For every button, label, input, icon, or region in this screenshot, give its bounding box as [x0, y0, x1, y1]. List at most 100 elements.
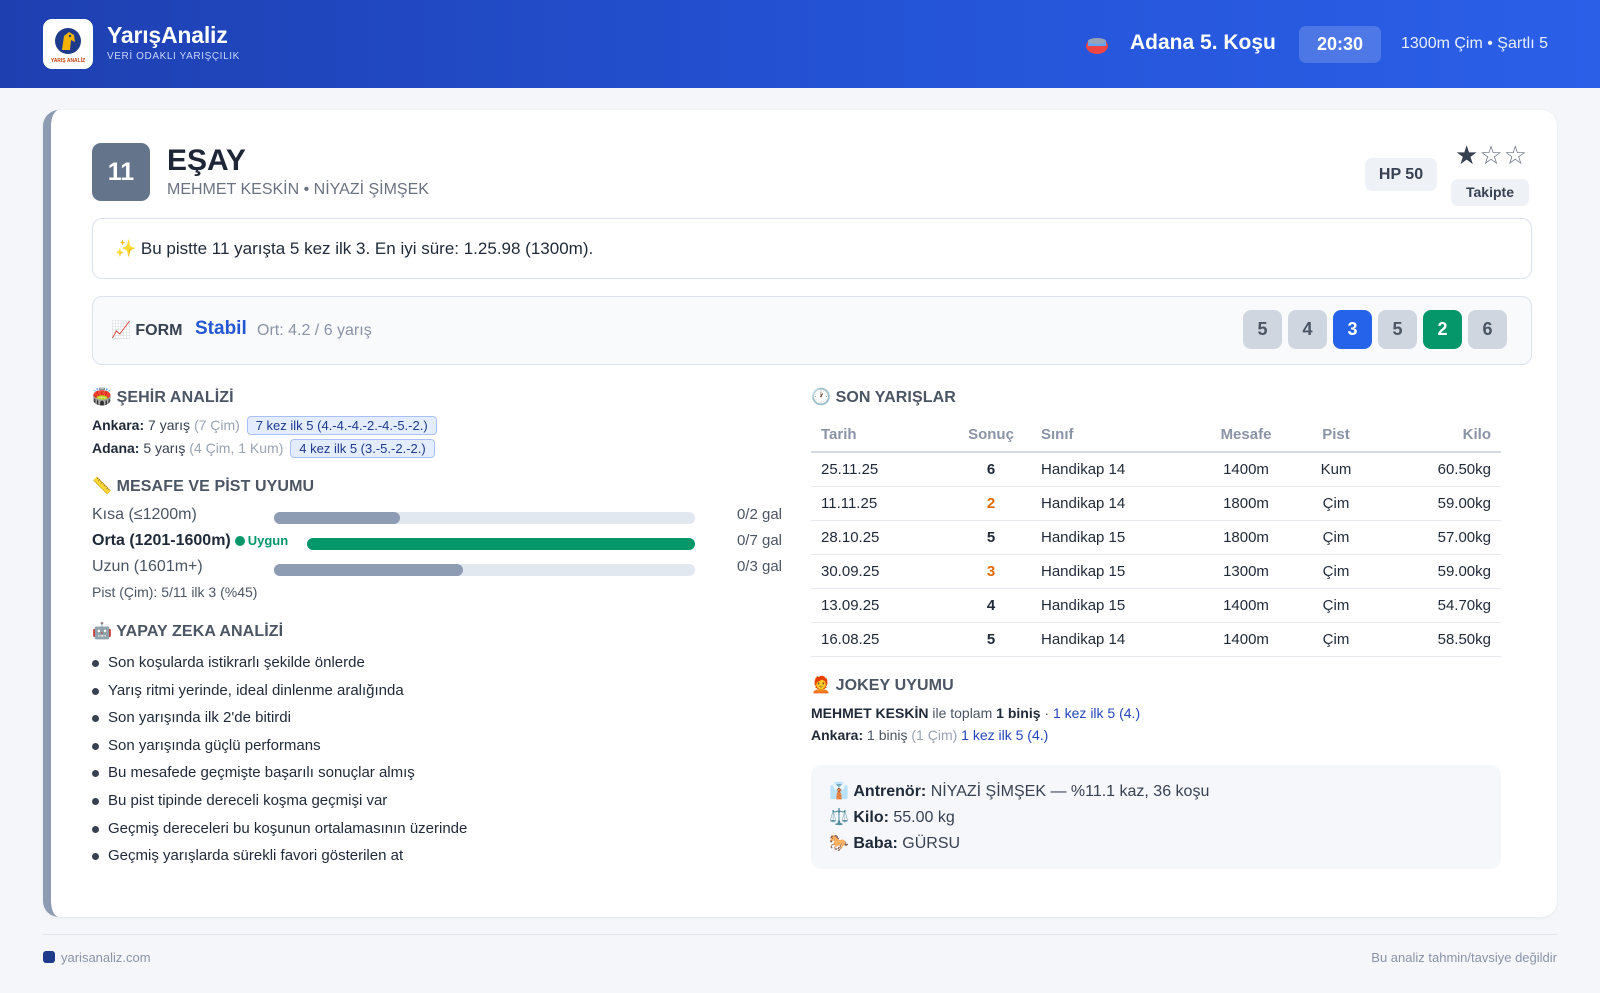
cell-dist: 1300m: [1201, 554, 1291, 589]
track-stat: Pist (Çim): 5/11 ilk 3 (%45): [92, 584, 258, 600]
table-row[interactable]: 16.08.25 5 Handikap 14 1400m Çim 58.50kg: [811, 622, 1501, 657]
cell-track: Çim: [1291, 520, 1381, 555]
list-item: Geçmiş yarışlarda sürekli favori gösteri…: [92, 842, 467, 870]
cell-date: 16.08.25: [811, 622, 951, 657]
distance-wins: 0/3 gal: [736, 558, 782, 575]
cell-result: 4: [951, 588, 1031, 623]
cell-kilo: 57.00kg: [1381, 520, 1501, 555]
brand-tagline: VERİ ODAKLI YARIŞÇILIK: [107, 51, 240, 62]
cell-dist: 1400m: [1201, 588, 1291, 623]
form-result-pill: 5: [1243, 310, 1282, 349]
distance-row: Kısa (≤1200m) 0/2 gal: [92, 506, 782, 528]
distance-wins: 0/7 gal: [736, 532, 782, 549]
hp-badge: HP 50: [1365, 158, 1437, 191]
horse-info-box: 👔 Antrenör: NİYAZİ ŞİMŞEK — %11.1 kaz, 3…: [811, 765, 1501, 869]
star-empty-icon[interactable]: ☆: [1479, 140, 1503, 170]
star-empty-icon[interactable]: ☆: [1504, 140, 1528, 170]
cell-track: Kum: [1291, 452, 1381, 487]
recent-races-title: 🕐 SON YARIŞLAR: [811, 389, 956, 406]
distance-label: Uzun (1601m+): [92, 558, 203, 575]
svg-text:YARIŞ ANALİZ: YARIŞ ANALİZ: [51, 57, 85, 64]
race-time-badge: 20:30: [1299, 26, 1381, 63]
horse-name: EŞAY: [167, 144, 246, 177]
city-top5-tag: 4 kez ilk 5 (3.-5.-2.-2.): [290, 439, 435, 458]
brand-logo[interactable]: YARIŞ ANALİZ: [43, 19, 93, 69]
form-result-pill: 2: [1423, 310, 1462, 349]
form-result-pill: 3: [1333, 310, 1372, 349]
cell-cls: Handikap 15: [1031, 520, 1201, 555]
cell-track: Çim: [1291, 588, 1381, 623]
list-item: Son yarışında güçlü performans: [92, 732, 467, 760]
sparkle-icon: ✨: [115, 239, 137, 258]
cell-dist: 1400m: [1201, 452, 1291, 487]
col-date: Tarih: [811, 418, 951, 453]
top-header: YARIŞ ANALİZ YarışAnaliz VERİ ODAKLI YAR…: [0, 0, 1600, 88]
cell-cls: Handikap 14: [1031, 452, 1201, 487]
race-title: Adana 5. Koşu: [1130, 31, 1276, 54]
table-row[interactable]: 30.09.25 3 Handikap 15 1300m Çim 59.00kg: [811, 554, 1501, 589]
cell-date: 25.11.25: [811, 452, 951, 487]
col-weight: Kilo: [1381, 418, 1501, 453]
form-result-pill: 6: [1468, 310, 1507, 349]
footer-site[interactable]: yarisanaliz.com: [43, 950, 151, 965]
table-row[interactable]: 28.10.25 5 Handikap 15 1800m Çim 57.00kg: [811, 520, 1501, 555]
cell-result: 3: [951, 554, 1031, 589]
cell-date: 30.09.25: [811, 554, 951, 589]
city-analysis-title: 🏟️ ŞEHİR ANALİZİ: [92, 389, 234, 406]
scale-icon: ⚖️: [829, 809, 849, 826]
ruler-icon: 📏: [92, 478, 113, 495]
stadium-icon: 🏟️: [92, 389, 113, 406]
star-filled-icon[interactable]: ★: [1455, 140, 1479, 170]
table-row[interactable]: 11.11.25 2 Handikap 14 1800m Çim 59.00kg: [811, 486, 1501, 521]
list-item: Geçmiş dereceleri bu koşunun ortalamasın…: [92, 815, 467, 843]
list-item: Bu mesafede geçmişte başarılı sonuçlar a…: [92, 759, 467, 787]
form-average: Ort: 4.2 / 6 yarış: [257, 322, 372, 339]
insight-banner: ✨ Bu pistte 11 yarışta 5 kez ilk 3. En i…: [92, 218, 1532, 279]
list-item: Son yarışında ilk 2'de bitirdi: [92, 704, 467, 732]
distance-bar: [274, 512, 695, 524]
horse-icon: 🐎: [829, 835, 849, 852]
cell-track: Çim: [1291, 622, 1381, 657]
site-logo-icon: [43, 951, 55, 963]
fit-badge: Uygun: [234, 533, 288, 548]
cell-dist: 1800m: [1201, 520, 1291, 555]
distance-label: Orta (1201-1600m) Uygun: [92, 532, 289, 549]
jockey-icon: 🧑‍🦰: [811, 677, 832, 694]
follow-button[interactable]: Takipte: [1451, 179, 1529, 206]
cell-kilo: 60.50kg: [1381, 452, 1501, 487]
distance-title: 📏 MESAFE VE PİST UYUMU: [92, 478, 315, 495]
distance-wins: 0/2 gal: [736, 506, 782, 523]
table-row[interactable]: 13.09.25 4 Handikap 15 1400m Çim 54.70kg: [811, 588, 1501, 623]
chart-up-icon: 📈: [111, 322, 131, 339]
table-row[interactable]: 25.11.25 6 Handikap 14 1400m Kum 60.50kg: [811, 452, 1501, 487]
distance-row: Orta (1201-1600m) Uygun 0/7 gal: [92, 532, 782, 554]
cell-dist: 1400m: [1201, 622, 1291, 657]
cell-date: 13.09.25: [811, 588, 951, 623]
robot-icon: 🤖: [92, 623, 113, 640]
city-row: Ankara: 7 yarış (7 Çim) 7 kez ilk 5 (4.-…: [92, 416, 437, 435]
cell-cls: Handikap 15: [1031, 588, 1201, 623]
cell-cls: Handikap 14: [1031, 622, 1201, 657]
cell-kilo: 59.00kg: [1381, 554, 1501, 589]
cell-result: 6: [951, 452, 1031, 487]
table-header-row: Tarih Sonuç Sınıf Mesafe Pist Kilo: [811, 418, 1501, 453]
sire-line: 🐎 Baba: GÜRSU: [829, 835, 961, 852]
status-dot-icon: [234, 536, 245, 546]
form-label: 📈 FORM: [111, 322, 183, 339]
horse-jockey-trainer: MEHMET KESKİN • NİYAZİ ŞİMŞEK: [167, 181, 429, 198]
distance-bar-fill: [307, 538, 695, 550]
form-results: 543526: [1243, 310, 1507, 349]
cell-kilo: 54.70kg: [1381, 588, 1501, 623]
distance-bar-fill: [274, 564, 464, 576]
col-track: Pist: [1291, 418, 1381, 453]
rating-stars[interactable]: ★☆☆: [1455, 140, 1528, 171]
cell-result: 5: [951, 622, 1031, 657]
city-top5-tag: 7 kez ilk 5 (4.-4.-4.-2.-4.-5.-2.): [246, 416, 437, 435]
col-distance: Mesafe: [1201, 418, 1291, 453]
footer-disclaimer: Bu analiz tahmin/tavsiye değildir: [1371, 950, 1557, 965]
cell-track: Çim: [1291, 486, 1381, 521]
list-item: Bu pist tipinde dereceli koşma geçmişi v…: [92, 787, 467, 815]
insight-text: Bu pistte 11 yarışta 5 kez ilk 3. En iyi…: [140, 239, 594, 258]
cell-track: Çim: [1291, 554, 1381, 589]
form-panel: 📈 FORM Stabil Ort: 4.2 / 6 yarış 543526: [92, 296, 1532, 365]
